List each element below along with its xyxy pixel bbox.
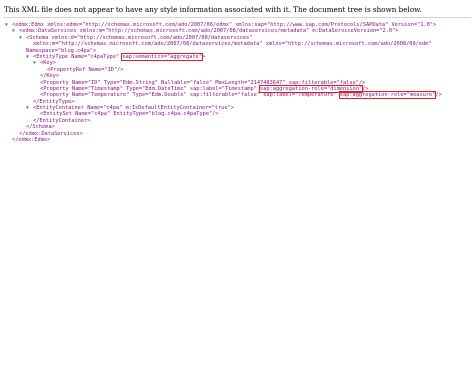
xml-line-text: <PropertyRef Name="ID"/> xyxy=(47,66,124,73)
xml-line-text: <Property Name="Timestamp" Type="Edm.Dat… xyxy=(40,85,261,92)
xml-line-text: <Key> xyxy=(40,60,56,67)
xml-document-tree: ▼ <edmx:Edmx xmlns:edmx="http://schemas.m… xyxy=(5,22,469,143)
highlight-semantics-aggregate: sap:semantics="aggregate" xyxy=(121,52,204,62)
xml-line-text: <Property Name="ID" Type="Edm.String" Nu… xyxy=(40,79,366,86)
xml-line-text: </Schema> xyxy=(26,124,55,131)
highlight-aggregation-role-dimension: sap:aggregation-role="dimension" xyxy=(258,84,364,94)
xml-line-text: </Key> xyxy=(40,73,60,80)
xml-line-text: /> xyxy=(435,92,442,99)
xml-line-text: <Schema xmlns:d="http://schemas.microsof… xyxy=(26,34,253,41)
xml-line-text: </EntityContainer> xyxy=(33,117,91,124)
xml-line-text: <EntityType Name="c4paType" xyxy=(33,53,123,60)
highlight-aggregation-role-measure: sap:aggregation-role="measure" xyxy=(338,91,437,100)
xml-line-text: <EntitySet Name="c4pa" EntityType="blog.… xyxy=(40,111,219,118)
xml-line-text: </EntityType> xyxy=(33,98,75,105)
tree-line-edmx-close: </edmx:Edmx> xyxy=(5,137,469,143)
xml-line-text: xmlns:m="http://schemas.microsoft.com/ad… xyxy=(33,41,432,48)
xml-viewer-page: This XML file does not appear to have an… xyxy=(0,0,474,373)
xml-line-text: <EntityContainer Name="c4pa" m:IsDefault… xyxy=(33,105,234,112)
notice-divider xyxy=(3,17,471,18)
no-style-notice: This XML file does not appear to have an… xyxy=(4,5,422,14)
xml-line-text: </edmx:Edmx> xyxy=(12,137,51,144)
xml-line-text: /> xyxy=(362,85,369,92)
xml-line-text: <edmx:Edmx xmlns:edmx="http://schemas.mi… xyxy=(12,22,437,28)
xml-line-text: <Property Name="Temperature" Type="Edm.D… xyxy=(40,92,340,99)
xml-line-text: > xyxy=(202,53,206,60)
xml-line-text: <edmx:DataServices xmlns:m="http://schem… xyxy=(19,28,399,35)
xml-line-text: </edmx:DataServices> xyxy=(19,130,83,137)
xml-line-text: Namespace="blog.c4pa"> xyxy=(26,47,97,54)
